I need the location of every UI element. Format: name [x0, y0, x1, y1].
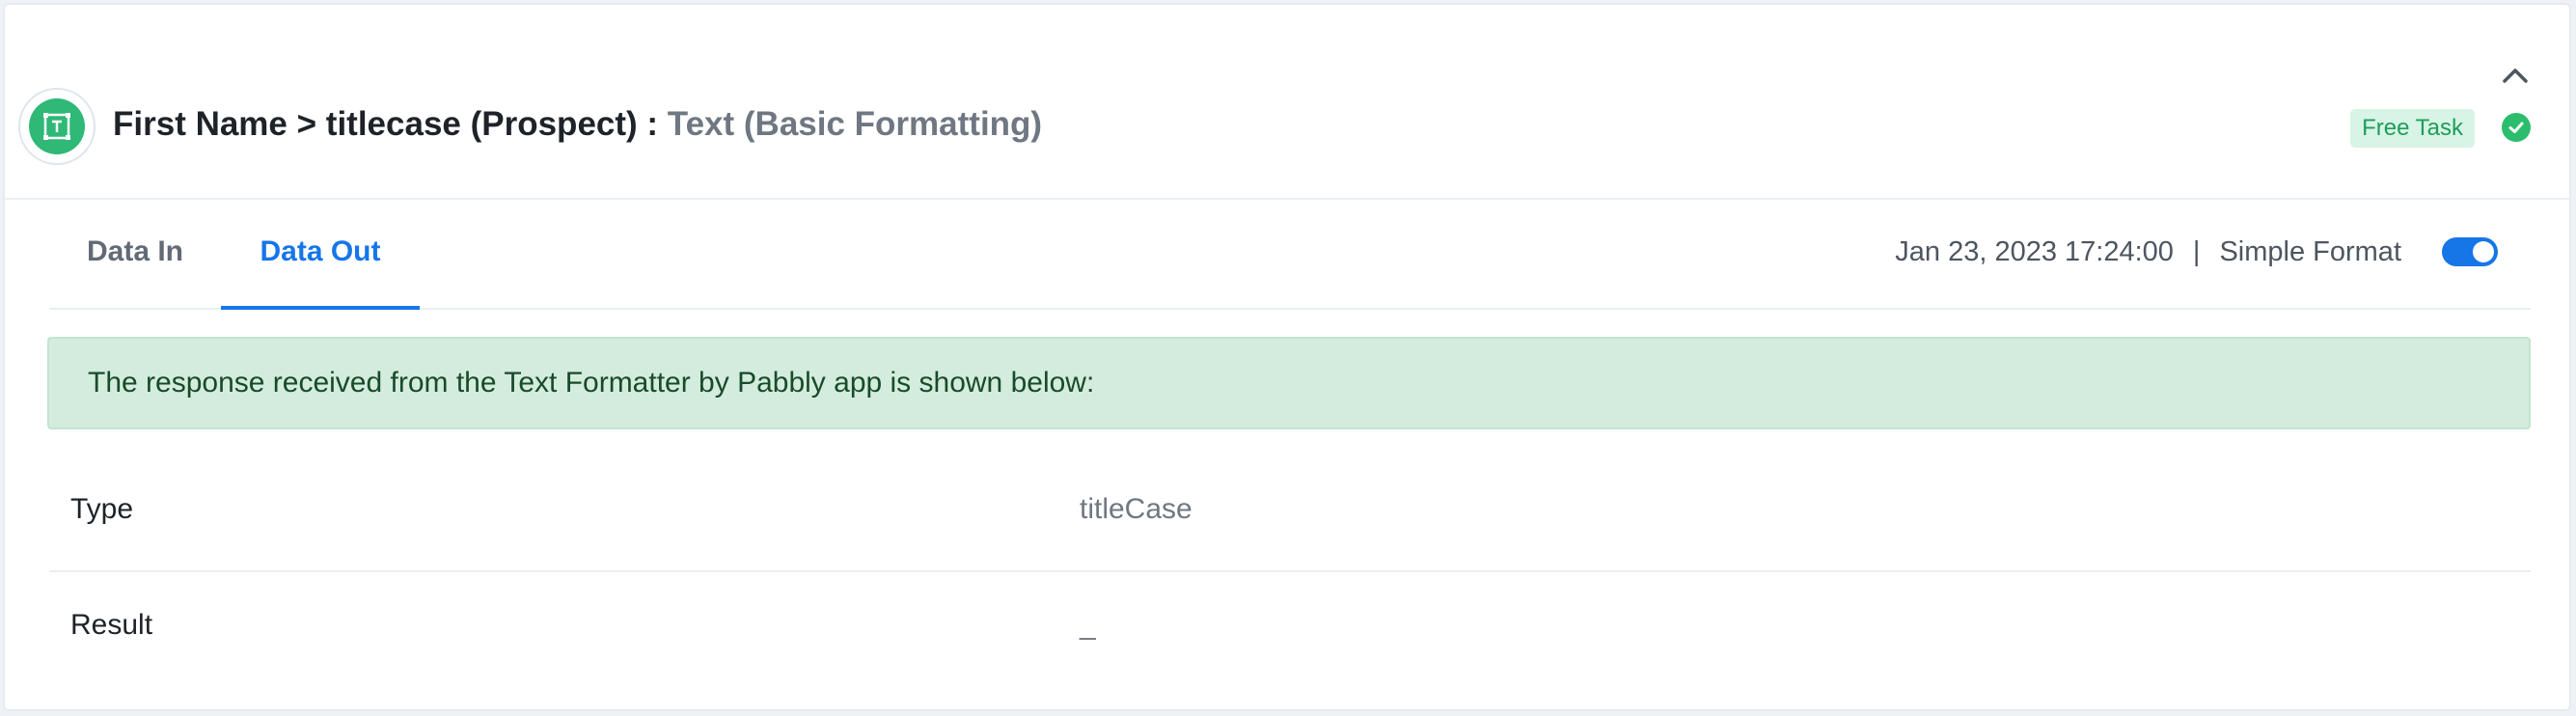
row-value[interactable]: titleCase: [1080, 493, 1192, 526]
check-circle-icon: [2502, 113, 2531, 142]
text-formatter-icon: [29, 98, 85, 154]
step-card: First Name > titlecase (Prospect) : Text…: [3, 3, 2571, 711]
response-meta: Jan 23, 2023 17:24:00 | Simple Format: [1895, 198, 2498, 306]
tab-bar: Data In Data Out Jan 23, 2023 17:24:00 |…: [49, 198, 2531, 310]
step-title: First Name > titlecase (Prospect) : Text…: [113, 105, 1042, 144]
meta-separator: |: [2192, 235, 2201, 267]
table-row: Result _: [49, 572, 2531, 686]
chevron-up-icon[interactable]: [2496, 61, 2535, 90]
free-task-badge: Free Task: [2350, 109, 2475, 148]
tab-data-in[interactable]: Data In: [49, 198, 221, 306]
row-key: Result: [70, 609, 153, 641]
step-title-app: Text (Basic Formatting): [667, 105, 1043, 143]
row-value[interactable]: _: [1080, 609, 1096, 642]
response-alert: The response received from the Text Form…: [47, 337, 2531, 429]
app-icon-frame: [18, 88, 96, 165]
simple-format-label: Simple Format: [2219, 235, 2401, 267]
step-title-main: First Name > titlecase (Prospect) :: [113, 105, 659, 143]
response-table: Type titleCase Result _: [49, 456, 2531, 686]
row-key: Type: [70, 493, 134, 525]
table-row: Type titleCase: [49, 456, 2531, 572]
tab-data-out[interactable]: Data Out: [221, 198, 420, 310]
response-timestamp: Jan 23, 2023 17:24:00: [1895, 235, 2174, 267]
simple-format-toggle[interactable]: [2442, 237, 2498, 266]
step-header[interactable]: First Name > titlecase (Prospect) : Text…: [5, 5, 2569, 200]
